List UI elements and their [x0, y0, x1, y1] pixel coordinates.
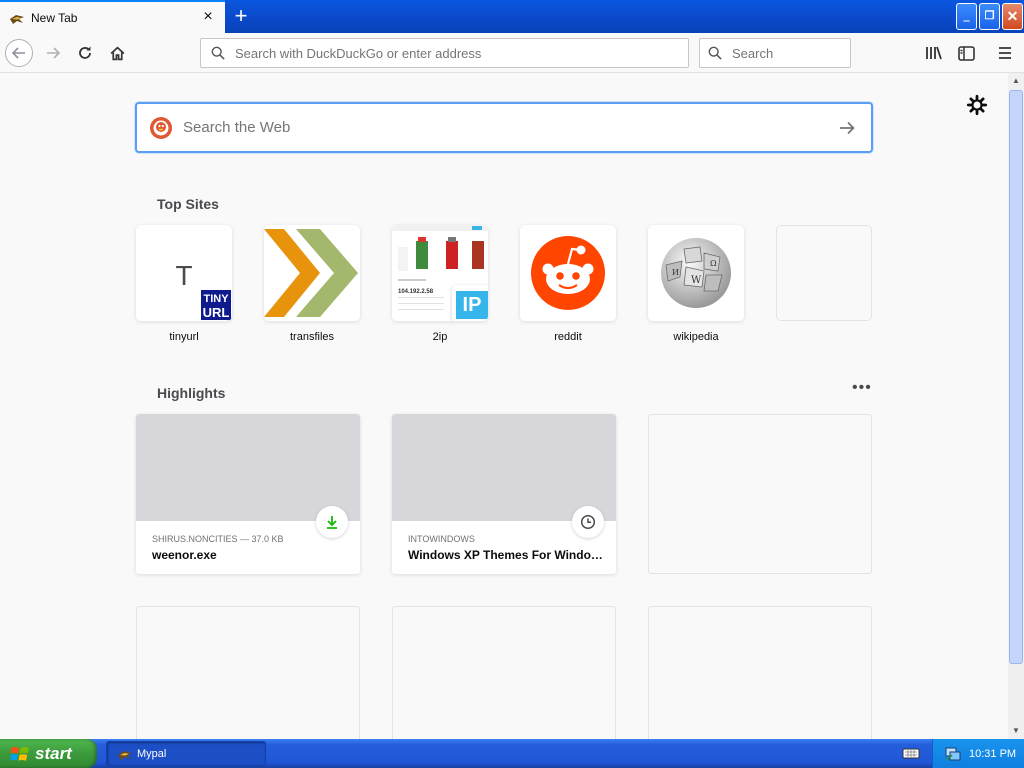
home-button[interactable]: [103, 39, 131, 67]
svg-text:Ω: Ω: [710, 259, 717, 268]
address-input[interactable]: [233, 44, 653, 62]
svg-text:W: W: [691, 275, 702, 286]
title-bar: New Tab × + ‗ ❐ ✕: [0, 0, 1024, 33]
top-site-tile[interactable]: [520, 225, 616, 321]
reload-button[interactable]: [71, 39, 99, 67]
close-window-button[interactable]: ✕: [1002, 3, 1023, 30]
top-site-tile[interactable]: [776, 225, 872, 321]
home-icon: [110, 46, 124, 60]
top-site-label: wikipedia: [673, 331, 719, 343]
open-menu-button[interactable]: [991, 39, 1019, 67]
highlight-card[interactable]: INTOWINDOWS Windows XP Themes For Window…: [392, 414, 616, 574]
top-site-2ip[interactable]: 104.192.2.58 IP 2ip: [392, 225, 488, 343]
library-button[interactable]: [920, 39, 948, 67]
top-site-wikipedia[interactable]: W Ω И wikipedia: [648, 225, 744, 343]
arrow-right-icon[interactable]: [837, 118, 857, 138]
minimize-button[interactable]: ‗: [956, 3, 977, 30]
tab-new-tab[interactable]: New Tab ×: [0, 0, 225, 33]
search-icon: [708, 46, 722, 60]
highlight-empty-slot: [648, 606, 872, 746]
network-icon[interactable]: [945, 746, 961, 762]
highlight-source: INTOWINDOWS: [408, 534, 475, 544]
highlight-empty-slot: [392, 606, 616, 746]
new-tab-button[interactable]: +: [228, 4, 254, 30]
scroll-up-arrow-icon[interactable]: ▲: [1008, 73, 1024, 89]
download-icon: [327, 516, 337, 529]
web-search-box[interactable]: [135, 102, 873, 153]
highlight-title: weenor.exe: [152, 548, 217, 562]
tinyurl-letter-icon: T: [175, 260, 193, 291]
2ip-ip-address: 104.192.2.58: [398, 289, 434, 295]
2ip-logo-icon: IP: [452, 285, 488, 321]
highlight-source: SHIRUS.NONCITIES — 37.0 KB: [152, 534, 284, 544]
top-site-reddit[interactable]: reddit: [520, 225, 616, 343]
gear-icon[interactable]: [966, 94, 988, 116]
forward-button[interactable]: [39, 39, 67, 67]
system-tray: 10:31 PM: [932, 739, 1024, 768]
search-bar[interactable]: [699, 38, 851, 68]
top-site-label: 2ip: [432, 331, 448, 343]
top-site-transfiles[interactable]: transfiles: [264, 225, 360, 343]
tinyurl-logo-icon: TINY URL: [200, 289, 232, 321]
top-site-tile[interactable]: 104.192.2.58 IP: [392, 225, 488, 321]
navigation-toolbar: [0, 33, 1024, 73]
highlight-card[interactable]: SHIRUS.NONCITIES — 37.0 KB weenor.exe: [136, 414, 360, 574]
search-icon: [211, 46, 225, 60]
highlight-empty-slot: [648, 414, 872, 574]
wikipedia-globe-icon: W Ω И: [661, 238, 731, 308]
top-sites-heading: Top Sites: [157, 196, 219, 212]
taskbar: start Mypal 10:31 PM: [0, 739, 1024, 768]
back-button[interactable]: [5, 39, 33, 67]
reload-icon: [79, 46, 91, 59]
highlight-empty-slot: [136, 606, 360, 746]
top-site-tinyurl[interactable]: T TINY URL tinyurl: [136, 225, 232, 343]
windows-logo-icon: [10, 746, 29, 761]
keyboard-icon[interactable]: [902, 746, 920, 760]
start-button[interactable]: start: [0, 739, 97, 768]
start-label: start: [35, 743, 72, 763]
vertical-scrollbar[interactable]: ▲ ▼: [1008, 73, 1024, 739]
top-site-label: tinyurl: [169, 331, 199, 343]
duckduckgo-icon: [150, 116, 172, 139]
taskbar-item-mypal[interactable]: Mypal: [106, 741, 266, 766]
tab-title: New Tab: [31, 10, 78, 25]
address-bar[interactable]: [200, 38, 689, 68]
reddit-logo-icon: [531, 236, 605, 310]
library-icon: [926, 46, 942, 60]
mypal-favicon-icon: [118, 750, 132, 760]
highlight-preview: [136, 414, 360, 521]
highlight-title: Windows XP Themes For Windows 10: [408, 548, 604, 562]
close-tab-icon[interactable]: ×: [200, 8, 216, 26]
clock-icon: [580, 514, 596, 530]
arrow-right-icon: [47, 47, 61, 59]
sidebar-icon: [957, 45, 975, 61]
top-site-tile[interactable]: T TINY URL: [136, 225, 232, 321]
top-site-tile[interactable]: [264, 225, 360, 321]
sidebar-toggle-button[interactable]: [952, 39, 980, 67]
top-site-empty-slot[interactable]: [776, 225, 872, 331]
maximize-button[interactable]: ❐: [979, 3, 1000, 30]
top-site-label: reddit: [554, 331, 582, 343]
clock[interactable]: 10:31 PM: [969, 748, 1016, 760]
search-input[interactable]: [730, 44, 830, 62]
svg-text:И: И: [672, 268, 679, 277]
arrow-left-icon: [11, 47, 25, 59]
transfiles-logo-icon: [264, 229, 358, 317]
mypal-favicon-icon: [10, 14, 24, 24]
taskbar-item-label: Mypal: [137, 747, 167, 760]
highlight-preview: [392, 414, 616, 521]
history-badge: [572, 506, 604, 538]
scrollbar-thumb[interactable]: [1009, 90, 1023, 664]
hamburger-menu-icon: [999, 47, 1011, 59]
download-badge: [316, 506, 348, 538]
scroll-down-arrow-icon[interactable]: ▼: [1008, 723, 1024, 739]
top-site-tile[interactable]: W Ω И: [648, 225, 744, 321]
highlights-heading: Highlights: [157, 385, 226, 401]
web-search-input[interactable]: [181, 118, 837, 137]
top-site-label: transfiles: [289, 331, 335, 343]
highlights-more-options-icon[interactable]: •••: [852, 380, 876, 397]
